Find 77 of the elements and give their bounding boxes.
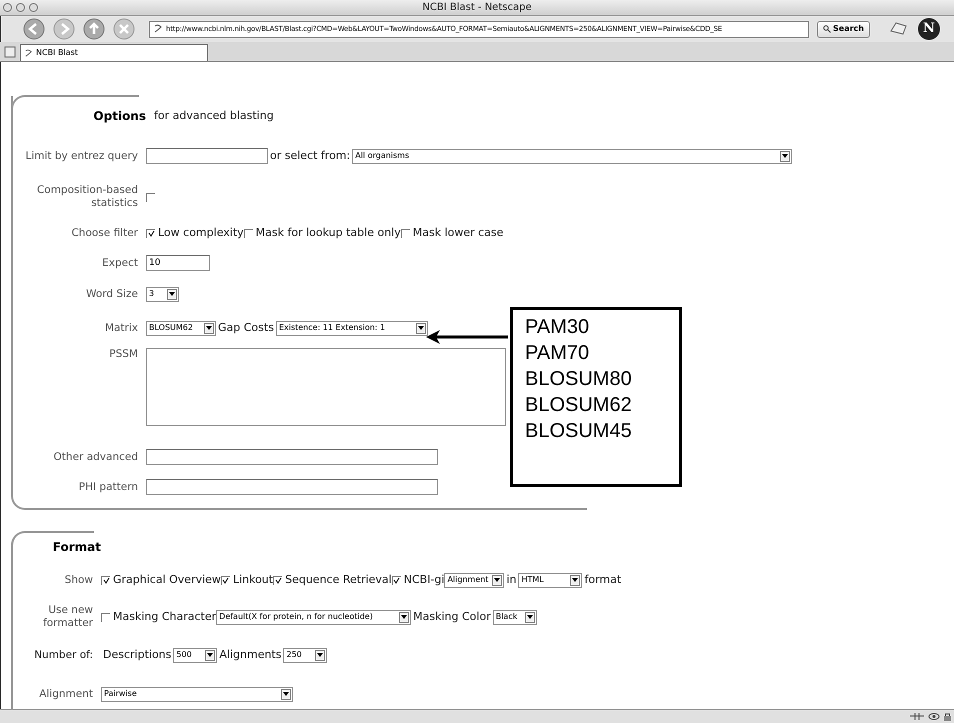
dropdown[interactable]: Existence: 11 Extension: 1	[276, 320, 428, 336]
dropdown[interactable]: Default(X for protein, n for nucleotide)	[216, 610, 412, 624]
matrix-option: BLOSUM62	[525, 392, 667, 418]
matrix-option: BLOSUM80	[525, 366, 667, 392]
field-label: Other advanced	[52, 450, 139, 464]
dropdown[interactable]: All organisms	[352, 148, 792, 164]
checkbox-label: Mask lower case	[412, 224, 504, 241]
field-label: in	[506, 572, 516, 588]
close-icon[interactable]	[3, 3, 12, 12]
text-area[interactable]	[146, 348, 506, 426]
back-icon[interactable]	[23, 18, 45, 40]
checkbox[interactable]	[244, 228, 253, 238]
checkbox-label: NCBI-gi	[404, 572, 444, 588]
checkbox-label: Low complexity	[158, 224, 244, 241]
input-field[interactable]	[146, 449, 438, 465]
checkbox-label: Graphical Overview	[113, 572, 221, 588]
minimize-icon[interactable]	[16, 3, 25, 12]
zoom-icon[interactable]	[29, 3, 38, 12]
checkbox[interactable]	[400, 228, 410, 238]
matrix-option: PAM70	[525, 340, 667, 366]
checkbox[interactable]	[146, 192, 155, 202]
field-label: format	[584, 572, 622, 588]
dropdown[interactable]: Pairwise	[101, 686, 293, 702]
dropdown[interactable]: 3	[146, 286, 179, 302]
field-label: Matrix	[104, 322, 139, 334]
checkbox[interactable]	[392, 576, 401, 584]
dropdown[interactable]: Alignment	[444, 572, 504, 588]
field-label: Composition-based statistics	[36, 184, 139, 210]
field-label: Show	[64, 574, 94, 586]
forward-icon[interactable]	[53, 18, 75, 40]
input-field[interactable]: 10	[146, 255, 210, 271]
tab[interactable]: NCBI Blast	[20, 44, 208, 61]
field-label: PSSM	[108, 348, 139, 361]
input-field[interactable]	[146, 148, 268, 164]
dropdown[interactable]: Black	[492, 610, 537, 624]
field-label: Number of:	[33, 648, 94, 662]
field-label: Word Size	[85, 288, 139, 300]
dropdown[interactable]: 250	[283, 648, 328, 662]
dropdown[interactable]: HTML	[518, 572, 582, 588]
lock-icon	[943, 712, 952, 721]
checkbox[interactable]	[101, 612, 110, 622]
matrix-option: PAM30	[525, 314, 667, 340]
connection-icon	[909, 712, 925, 721]
checkbox[interactable]	[146, 228, 155, 238]
reload-icon[interactable]	[83, 18, 105, 40]
search-button[interactable]: Search	[817, 20, 870, 38]
field-label: Alignments	[219, 646, 282, 663]
netscape-logo: N	[918, 18, 940, 40]
field-label: Descriptions	[103, 646, 172, 663]
field-label: Choose filter	[70, 226, 139, 240]
field-label: or select from:	[270, 148, 350, 164]
field-label: Use new formatter	[42, 604, 94, 630]
checkbox-label: Mask for lookup table only	[256, 224, 401, 241]
checkbox-label: Linkout	[232, 572, 274, 588]
checkbox-label: Sequence Retrieval	[285, 572, 392, 588]
section-heading: Options	[92, 108, 146, 125]
checkbox-label: Masking Character	[113, 608, 216, 625]
checkbox[interactable]	[101, 576, 110, 584]
checkbox[interactable]	[220, 576, 230, 584]
section-subtitle: for advanced blasting	[154, 108, 274, 124]
tab-list-icon[interactable]	[4, 46, 16, 58]
window-title: NCBI Blast - Netscape	[422, 1, 532, 15]
field-label: Limit by entrez query	[24, 150, 139, 162]
field-label: Alignment	[38, 688, 94, 700]
section-heading: Format	[52, 539, 101, 556]
field-label: PHI pattern	[78, 480, 139, 494]
search-icon	[823, 25, 831, 33]
field-label: Masking Color	[413, 608, 491, 625]
eye-icon	[928, 712, 940, 721]
checkbox[interactable]	[273, 576, 282, 584]
input-field[interactable]	[146, 479, 438, 495]
dropdown[interactable]: BLOSUM62	[146, 320, 216, 336]
matrix-option: BLOSUM45	[525, 418, 667, 444]
stop-icon[interactable]	[113, 18, 135, 40]
field-label: Expect	[101, 256, 139, 270]
dropdown[interactable]: 500	[173, 648, 218, 662]
field-label: Gap Costs	[218, 320, 274, 336]
